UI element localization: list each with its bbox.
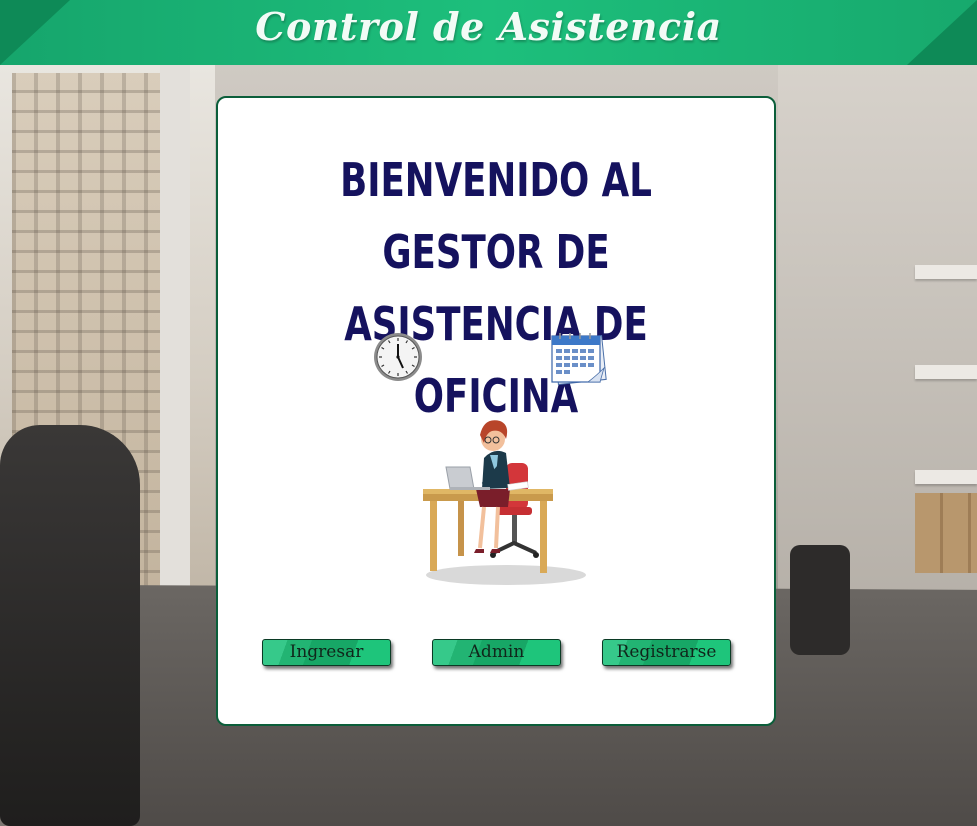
registrarse-button[interactable]: Registrarse: [602, 639, 731, 666]
admin-button[interactable]: Admin: [432, 639, 561, 666]
background-shelf: [915, 365, 977, 379]
calendar-icon: [551, 333, 607, 385]
office-worker-illustration: [423, 420, 586, 585]
background-shelf: [915, 265, 977, 279]
background-chair: [790, 545, 850, 655]
clock-icon: [374, 333, 422, 381]
app-title: Control de Asistencia: [255, 4, 722, 49]
background-pillar: [160, 65, 190, 665]
welcome-line-1: BIENVENIDO AL GESTOR DE: [340, 153, 652, 279]
background-shelf: [915, 470, 977, 484]
background-chair: [0, 425, 140, 826]
welcome-heading: BIENVENIDO AL GESTOR DE ASISTENCIA DE OF…: [257, 144, 735, 432]
ingresar-button[interactable]: Ingresar: [262, 639, 391, 666]
app-header: Control de Asistencia: [0, 0, 977, 65]
welcome-card: BIENVENIDO AL GESTOR DE ASISTENCIA DE OF…: [216, 96, 776, 726]
background-boxes: [915, 493, 977, 573]
